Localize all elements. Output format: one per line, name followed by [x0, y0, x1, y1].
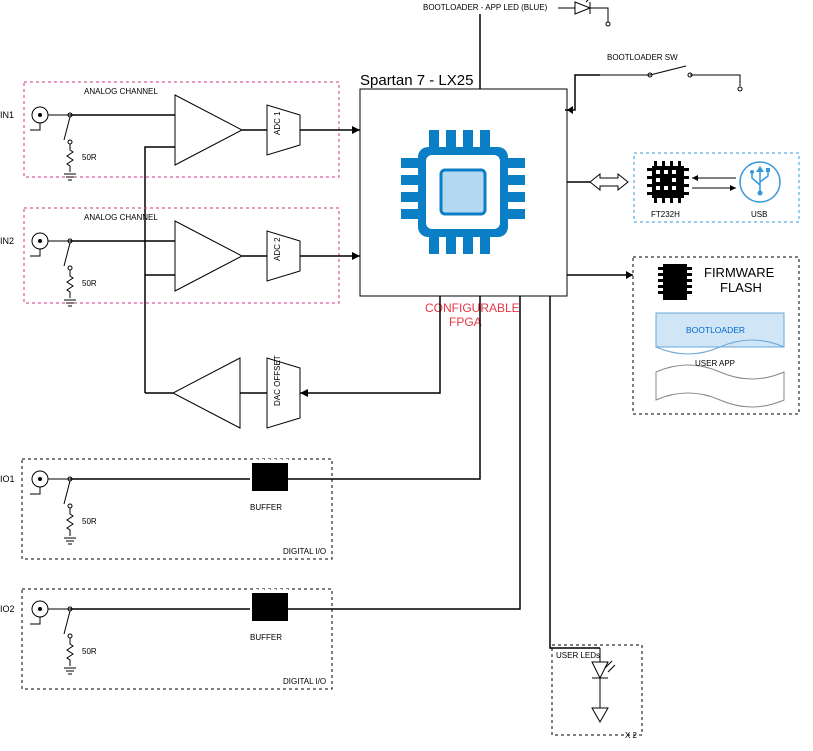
analog-ch2-box [24, 208, 339, 303]
bidir-arrow-icon [590, 174, 628, 190]
ft232h-chip-icon [647, 161, 689, 203]
io1-res: 50R [82, 517, 97, 526]
fpga-title: Spartan 7 - LX25 [360, 72, 473, 89]
ch1-adc-icon: ADC 1 [267, 105, 300, 155]
io1-in: IO1 [0, 474, 15, 484]
arrow-icon [567, 106, 573, 114]
ch2-connector-icon [30, 233, 70, 256]
bootloader-sw-label: BOOTLOADER SW [607, 53, 678, 62]
io2-res: 50R [82, 647, 97, 656]
flash-title-2: FLASH [720, 280, 762, 295]
user-leds-label: USER LEDs [556, 651, 600, 660]
ch2-term-icon: 50R [64, 239, 97, 306]
svg-text:BUFFER: BUFFER [250, 633, 282, 642]
svg-text:USER APP: USER APP [695, 359, 735, 368]
ch2-adc-icon: ADC 2 [267, 231, 300, 281]
svg-text:BUFFER: BUFFER [250, 503, 282, 512]
analog-ch1-box [24, 82, 339, 177]
io2-connector-icon [30, 601, 70, 624]
bootloader-led-label: BOOTLOADER - APP LED (BLUE) [423, 3, 548, 12]
fpga-chip-icon [401, 130, 525, 254]
io2-buffer-icon: BUFFER [250, 589, 288, 642]
svg-text:DAC OFFSET: DAC OFFSET [273, 355, 282, 406]
io1-term-icon: 50R [64, 477, 97, 544]
block-diagram: BOOTLOADER - APP LED (BLUE) BOOTLOADER S… [0, 0, 813, 751]
svg-text:BOOTLOADER: BOOTLOADER [686, 325, 745, 335]
ch1-in: IN1 [0, 110, 14, 120]
ch2-in: IN2 [0, 236, 14, 246]
ch2-label: ANALOG CHANNEL [84, 213, 158, 222]
ch1-res: 50R [82, 153, 97, 162]
user-leds-mult: X 2 [625, 731, 638, 740]
usb-icon [740, 162, 780, 202]
flash-layers-icon: BOOTLOADER USER APP [656, 313, 784, 407]
io2-in: IO2 [0, 604, 15, 614]
flash-title-1: FIRMWARE [704, 265, 775, 280]
switch-icon [600, 66, 742, 91]
ch1-term-icon: 50R [64, 113, 97, 180]
svg-text:ADC 1: ADC 1 [273, 111, 282, 135]
fpga-sub1: CONFIGURABLE [425, 301, 520, 315]
fpga-sub2: FPGA [449, 315, 482, 329]
dac-block: DAC OFFSET [145, 355, 300, 428]
io1-label: DIGITAL I/O [283, 547, 326, 556]
io2-label: DIGITAL I/O [283, 677, 326, 686]
ch1-amp-icon [175, 95, 242, 165]
usb-label: USB [751, 210, 767, 219]
flash-chip-icon [658, 264, 692, 300]
io1-buffer-icon: BUFFER [250, 459, 288, 512]
led-icon [558, 0, 610, 26]
ch1-connector-icon [30, 107, 70, 130]
io1-connector-icon [30, 471, 70, 494]
io2-term-icon: 50R [64, 607, 97, 674]
ch2-res: 50R [82, 279, 97, 288]
ch2-amp-icon [175, 221, 242, 291]
ft232h-label: FT232H [651, 210, 680, 219]
ch1-label: ANALOG CHANNEL [84, 87, 158, 96]
svg-text:ADC 2: ADC 2 [273, 237, 282, 261]
